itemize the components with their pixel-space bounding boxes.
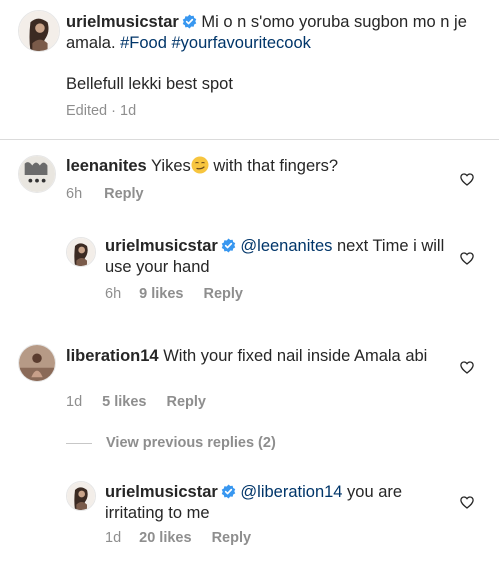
caption-edited: Edited · 1d — [66, 103, 137, 119]
comment-text: liberation14 With your fixed nail inside… — [66, 346, 456, 367]
likes-count[interactable]: 20 likes — [139, 530, 191, 546]
comment-avatar[interactable] — [18, 155, 56, 193]
user-avatar-icon — [19, 11, 59, 51]
heart-outline-icon[interactable] — [460, 496, 474, 509]
hashtag-food[interactable]: #Food — [120, 34, 167, 52]
comment-username[interactable]: leenanites — [66, 157, 147, 175]
mention-liberation14[interactable]: @liberation14 — [240, 483, 342, 501]
comment-meta: 1d 5 likes Reply — [66, 394, 206, 410]
reply-meta: 6h 9 likes Reply — [105, 286, 243, 302]
comment-avatar[interactable] — [18, 344, 56, 382]
comment-time: 6h — [66, 186, 83, 202]
caption-meta: Edited · 1d — [66, 103, 136, 119]
mention-leenanites[interactable]: @leenanites — [240, 237, 332, 255]
reply-button[interactable]: Reply — [212, 530, 252, 546]
likes-count[interactable]: 5 likes — [102, 394, 146, 410]
verified-badge-icon — [221, 484, 236, 499]
comment-time: 1d — [66, 394, 83, 410]
user-avatar-icon — [67, 238, 95, 266]
smirk-emoji-icon — [191, 156, 209, 174]
reply-username[interactable]: urielmusicstar — [105, 237, 218, 255]
user-avatar-icon — [67, 482, 95, 510]
reply-button[interactable]: Reply — [104, 186, 144, 202]
comment-meta: 6h Reply — [66, 186, 144, 202]
view-previous-replies-button[interactable]: View previous replies (2) — [66, 435, 276, 451]
user-avatar-icon — [19, 156, 55, 192]
comment-body-end: with that fingers? — [208, 157, 339, 175]
reply-avatar[interactable] — [66, 481, 96, 511]
reply-avatar[interactable] — [66, 237, 96, 267]
reply-text: urielmusicstar @leenanites next Time i w… — [105, 236, 445, 278]
reply-time: 6h — [105, 286, 122, 302]
reply-button[interactable]: Reply — [203, 286, 243, 302]
reply-meta: 1d 20 likes Reply — [105, 530, 251, 546]
user-avatar-icon — [19, 345, 55, 381]
reply-button[interactable]: Reply — [166, 394, 206, 410]
reply-text: urielmusicstar @liberation14 you are irr… — [105, 482, 445, 524]
comment-text: leenanites Yikes with that fingers? — [66, 156, 456, 177]
reply-time: 1d — [105, 530, 122, 546]
likes-count[interactable]: 9 likes — [139, 286, 183, 302]
heart-outline-icon[interactable] — [460, 252, 474, 265]
comment-body-start: Yikes — [151, 157, 191, 175]
comment-body: With your fixed nail inside Amala abi — [158, 347, 428, 365]
heart-outline-icon[interactable] — [460, 173, 474, 186]
divider — [66, 442, 92, 444]
verified-badge-icon — [221, 238, 236, 253]
verified-badge-icon — [182, 14, 197, 29]
caption-line2: Bellefull lekki best spot — [66, 75, 233, 93]
view-previous-replies-label: View previous replies (2) — [106, 435, 276, 451]
caption-text: urielmusicstar Mi o n s'omo yoruba sugbo… — [66, 12, 481, 54]
caption-avatar[interactable] — [18, 10, 60, 52]
hashtag-yourfavouritecook[interactable]: #yourfavouritecook — [172, 34, 311, 52]
divider — [0, 139, 499, 140]
reply-username[interactable]: urielmusicstar — [105, 483, 218, 501]
comment-username[interactable]: liberation14 — [66, 347, 159, 365]
heart-outline-icon[interactable] — [460, 361, 474, 374]
caption-username[interactable]: urielmusicstar — [66, 13, 179, 31]
